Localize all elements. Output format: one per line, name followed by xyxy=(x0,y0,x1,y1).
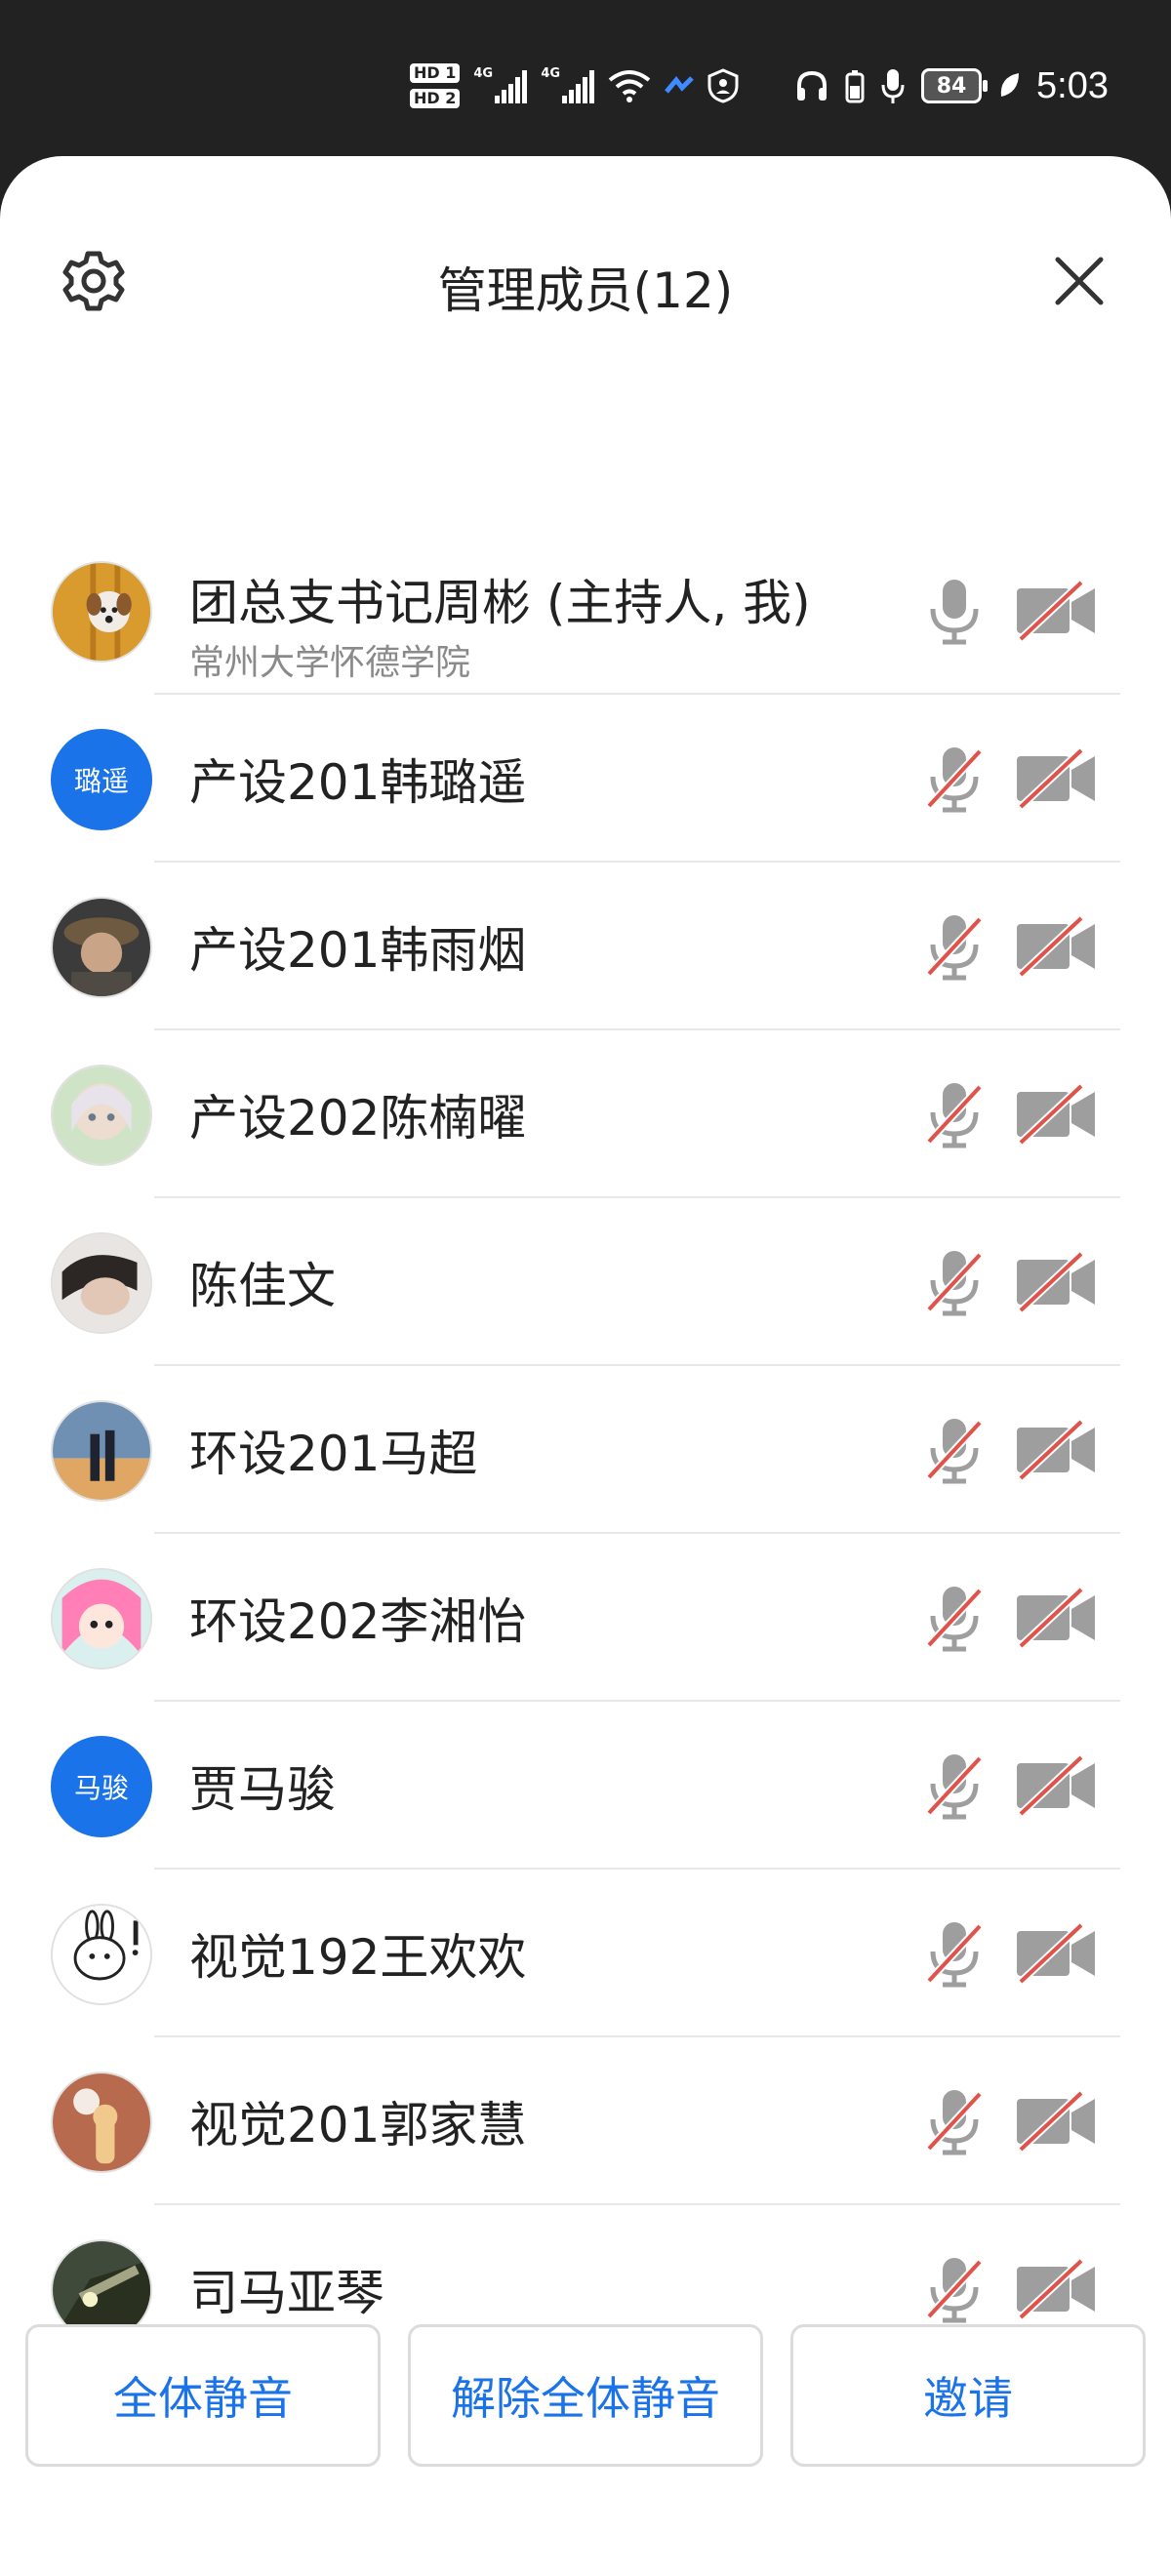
member-row[interactable]: 环设201马超 xyxy=(0,1366,1171,1534)
microphone-muted-icon[interactable] xyxy=(925,1583,984,1653)
camera-off-icon[interactable] xyxy=(1015,579,1097,643)
action-buttons: 全体静音 解除全体静音 邀请 xyxy=(25,2324,1146,2467)
microphone-status-icon xyxy=(881,69,905,103)
avatar xyxy=(51,2072,152,2173)
rabbit-avatar-image xyxy=(53,1906,150,2003)
leaf-icon xyxy=(1000,73,1020,97)
microphone-muted-icon[interactable] xyxy=(925,744,984,814)
microphone-muted-icon[interactable] xyxy=(925,1751,984,1821)
microphone-muted-icon[interactable] xyxy=(925,2254,984,2324)
status-bar: HD 1 HD 2 4G 4G 84 5:03 xyxy=(0,0,1171,164)
cartoon-avatar-image xyxy=(53,1570,150,1668)
hd1-badge: HD 1 xyxy=(410,63,461,83)
camera-off-icon[interactable] xyxy=(1015,2257,1097,2321)
invite-button[interactable]: 邀请 xyxy=(790,2324,1146,2467)
avatar-initials: 璐遥 xyxy=(73,765,129,797)
signal-2-icon: 4G xyxy=(541,66,595,103)
camera-off-icon[interactable] xyxy=(1015,1418,1097,1482)
status-left: HD 1 HD 2 4G 4G xyxy=(410,55,739,117)
camera-off-icon[interactable] xyxy=(1015,1082,1097,1147)
avatar xyxy=(51,897,152,998)
member-row[interactable]: 璐遥 产设201韩璐遥 xyxy=(0,695,1171,863)
battery-level: 84 xyxy=(936,73,967,99)
avatar xyxy=(51,1232,152,1334)
member-row[interactable]: 环设202李湘怡 xyxy=(0,1534,1171,1702)
anime-avatar-image xyxy=(53,1067,150,1164)
member-name: 环设202李湘怡 xyxy=(189,1593,527,1650)
hd2-badge: HD 2 xyxy=(410,89,461,108)
wifi-icon xyxy=(609,70,651,102)
page-title: 管理成员(12) xyxy=(437,262,734,319)
mute-all-button[interactable]: 全体静音 xyxy=(25,2324,381,2467)
microphone-muted-icon[interactable] xyxy=(925,1079,984,1149)
close-icon[interactable] xyxy=(1044,246,1114,316)
microphone-muted-icon[interactable] xyxy=(925,1247,984,1317)
clock: 5:03 xyxy=(1036,64,1109,106)
microphone-muted-icon[interactable] xyxy=(925,1415,984,1485)
member-row[interactable]: 马骏 贾马骏 xyxy=(0,1702,1171,1870)
member-row[interactable]: 视觉192王欢欢 xyxy=(0,1870,1171,2037)
member-row[interactable]: 视觉201郭家慧 xyxy=(0,2037,1171,2205)
member-row[interactable]: 陈佳文 xyxy=(0,1198,1171,1366)
status-right: 84 5:03 xyxy=(794,55,1109,117)
member-name: 陈佳文 xyxy=(189,1258,336,1314)
camera-off-icon[interactable] xyxy=(1015,746,1097,811)
member-name: 贾马骏 xyxy=(189,1761,336,1818)
photo-avatar-image xyxy=(53,1234,150,1332)
network-type-2: 4G xyxy=(541,66,561,81)
signal-1-icon: 4G xyxy=(473,66,528,103)
camera-off-icon[interactable] xyxy=(1015,1586,1097,1650)
sheet-header: 管理成员(12) xyxy=(0,156,1171,400)
member-row[interactable]: 产设201韩雨烟 xyxy=(0,863,1171,1030)
avatar xyxy=(51,1065,152,1166)
manage-members-sheet: 管理成员(12) 团总支书记周彬 (主持人, 我) 常州大学怀德学院 璐遥 产设… xyxy=(0,156,1171,2576)
avatar xyxy=(51,1904,152,2005)
member-name: 视觉192王欢欢 xyxy=(189,1929,527,1986)
avatar xyxy=(51,561,152,663)
cat-avatar-image xyxy=(53,2073,150,2171)
member-name: 环设201马超 xyxy=(189,1426,478,1482)
camera-off-icon[interactable] xyxy=(1015,1753,1097,1818)
app-notification-icon xyxy=(665,75,695,94)
member-row[interactable]: 产设202陈楠曜 xyxy=(0,1030,1171,1198)
unmute-all-button[interactable]: 解除全体静音 xyxy=(408,2324,763,2467)
avatar: 马骏 xyxy=(51,1736,152,1837)
member-list: 团总支书记周彬 (主持人, 我) 常州大学怀德学院 璐遥 产设201韩璐遥 产设… xyxy=(0,527,1171,2373)
member-name: 司马亚琴 xyxy=(189,2265,384,2321)
headphones-icon xyxy=(797,70,828,101)
camera-off-icon[interactable] xyxy=(1015,2089,1097,2153)
member-organization: 常州大学怀德学院 xyxy=(189,643,471,683)
dog-avatar-image xyxy=(53,563,150,661)
member-name: 产设201韩雨烟 xyxy=(189,922,527,979)
avatar xyxy=(51,1400,152,1502)
avatar: 璐遥 xyxy=(51,729,152,830)
member-name: 产设202陈楠曜 xyxy=(189,1090,527,1147)
shield-icon xyxy=(707,68,739,103)
photo-avatar-image xyxy=(53,899,150,996)
member-name: 视觉201郭家慧 xyxy=(189,2097,527,2153)
avatar xyxy=(51,1568,152,1670)
network-type-1: 4G xyxy=(473,66,494,81)
camera-off-icon[interactable] xyxy=(1015,914,1097,979)
device-battery-icon xyxy=(845,70,865,103)
microphone-muted-icon[interactable] xyxy=(925,911,984,982)
member-name: 产设201韩璐遥 xyxy=(189,754,527,811)
camera-off-icon[interactable] xyxy=(1015,1250,1097,1314)
member-row[interactable]: 团总支书记周彬 (主持人, 我) 常州大学怀德学院 xyxy=(0,527,1171,695)
member-name: 团总支书记周彬 (主持人, 我) xyxy=(189,575,811,631)
hd-indicators: HD 1 HD 2 xyxy=(410,63,461,108)
microphone-muted-icon[interactable] xyxy=(925,2086,984,2156)
battery-icon: 84 xyxy=(921,68,989,103)
photo-avatar-image xyxy=(53,1402,150,1500)
camera-off-icon[interactable] xyxy=(1015,1921,1097,1986)
avatar-initials: 马骏 xyxy=(73,1772,129,1804)
microphone-muted-icon[interactable] xyxy=(925,1918,984,1989)
microphone-on-icon[interactable] xyxy=(925,576,984,646)
